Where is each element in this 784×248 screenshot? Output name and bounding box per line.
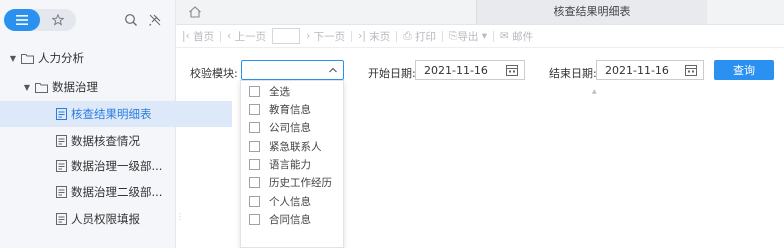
checkbox[interactable] [249, 195, 260, 207]
sidebar-header [0, 0, 176, 40]
option-contract[interactable]: 合同信息 [241, 210, 343, 228]
tree-node-label: 数据核查情况 [71, 134, 140, 148]
tree-node-label: 数据治理 [52, 80, 98, 94]
divider [442, 30, 443, 42]
tree-node-label: 核查结果明细表 [71, 107, 152, 121]
home-icon[interactable] [188, 5, 202, 19]
caret-down-icon[interactable]: ▼ [8, 54, 18, 63]
tree-node-hr-analysis[interactable]: ▼ 人力分析 [0, 45, 184, 71]
collapse-handle[interactable]: ▲ [592, 88, 598, 95]
unpin-icon[interactable] [148, 13, 162, 27]
resize-grip[interactable]: ⋮ [176, 212, 184, 221]
module-select[interactable] [241, 60, 344, 80]
divider [220, 30, 222, 42]
option-select-all[interactable]: 全选 [241, 82, 343, 100]
tree-node-label: 人员权限填报 [71, 212, 140, 226]
chevron-down-icon: ▾ [478, 30, 488, 42]
start-date-label: 开始日期: [368, 67, 416, 80]
report-icon [56, 135, 67, 147]
option-personal[interactable]: 个人信息 [241, 192, 343, 210]
checkbox[interactable] [249, 140, 260, 152]
caret-down-icon[interactable]: ▼ [22, 83, 32, 92]
calendar-icon[interactable] [685, 64, 697, 76]
tab-check-result-detail[interactable]: 核查结果明细表 [476, 0, 707, 24]
checkbox[interactable] [249, 176, 260, 188]
checkbox[interactable] [249, 121, 260, 133]
end-date-label: 结束日期: [549, 67, 597, 80]
last-page-icon: ›| [358, 30, 370, 42]
report-icon [56, 160, 67, 172]
printer-icon: ⎙ [403, 29, 415, 42]
start-date-input[interactable]: 2021-11-16 [415, 60, 525, 80]
checkbox[interactable] [249, 103, 260, 115]
next-icon: › [306, 30, 314, 42]
query-button[interactable]: 查询 [714, 60, 774, 80]
report-icon [56, 108, 67, 120]
mail-icon: ✉ [500, 30, 513, 42]
tree-node-data-governance[interactable]: ▼ 数据治理 [0, 74, 198, 100]
divider [396, 30, 398, 42]
tree-node-label: 人力分析 [38, 51, 84, 65]
end-date-value: 2021-11-16 [605, 64, 669, 77]
next-page-button[interactable]: › 下一页 [306, 29, 345, 44]
report-icon [56, 186, 67, 198]
module-dropdown: 全选 教育信息 公司信息 紧急联系人 语言能力 历史工作经历 个人信息 合同信息 [240, 80, 344, 248]
last-page-button[interactable]: ›| 末页 [358, 29, 390, 44]
chevron-up-icon [329, 67, 337, 73]
page-number-input[interactable] [272, 28, 301, 44]
prev-page-button[interactable]: ‹ 上一页 [227, 29, 266, 44]
list-icon [16, 15, 28, 25]
star-icon [52, 14, 64, 26]
export-button[interactable]: ⎘ 导出 ▾ [449, 29, 487, 44]
option-education[interactable]: 教育信息 [241, 100, 343, 118]
first-page-button[interactable]: |‹ 首页 [182, 29, 214, 44]
start-date-value: 2021-11-16 [424, 64, 488, 77]
report-icon [56, 213, 67, 225]
view-switch [4, 9, 76, 31]
option-work-history[interactable]: 历史工作经历 [241, 173, 343, 191]
tree-node-label: 数据治理二级部... [71, 185, 163, 199]
first-page-icon: |‹ [182, 30, 194, 42]
option-language[interactable]: 语言能力 [241, 155, 343, 173]
checkbox[interactable] [249, 158, 260, 170]
end-date-input[interactable]: 2021-11-16 [596, 60, 704, 80]
sidebar: ▼ 人力分析 ▼ 数据治理 核查结果明细表 数据核查情况 数据治理一级部... … [0, 0, 232, 248]
divider [493, 30, 495, 42]
report-toolbar: |‹ 首页 ‹ 上一页 › 下一页 ›| 末页 ⎙ 打印 ⎘ 导出 ▾ ✉ 邮件 [176, 25, 784, 48]
divider [351, 30, 353, 42]
email-button[interactable]: ✉ 邮件 [500, 29, 533, 44]
tab-bar: 核查结果明细表 [176, 0, 784, 25]
option-emergency-contact[interactable]: 紧急联系人 [241, 137, 343, 155]
search-icon[interactable] [124, 13, 138, 27]
folder-icon [21, 53, 34, 64]
calendar-icon[interactable] [506, 64, 518, 76]
tree-node-label: 数据治理一级部... [71, 159, 163, 173]
menu-view-button[interactable] [4, 9, 40, 31]
checkbox[interactable] [249, 213, 260, 225]
export-icon: ⎘ [449, 29, 458, 42]
print-button[interactable]: ⎙ 打印 [403, 29, 436, 44]
module-label: 校验模块: [190, 67, 238, 80]
option-company[interactable]: 公司信息 [241, 118, 343, 136]
checkbox[interactable] [249, 85, 260, 97]
folder-icon [35, 82, 48, 93]
favorites-button[interactable] [40, 9, 76, 31]
prev-icon: ‹ [227, 30, 235, 42]
